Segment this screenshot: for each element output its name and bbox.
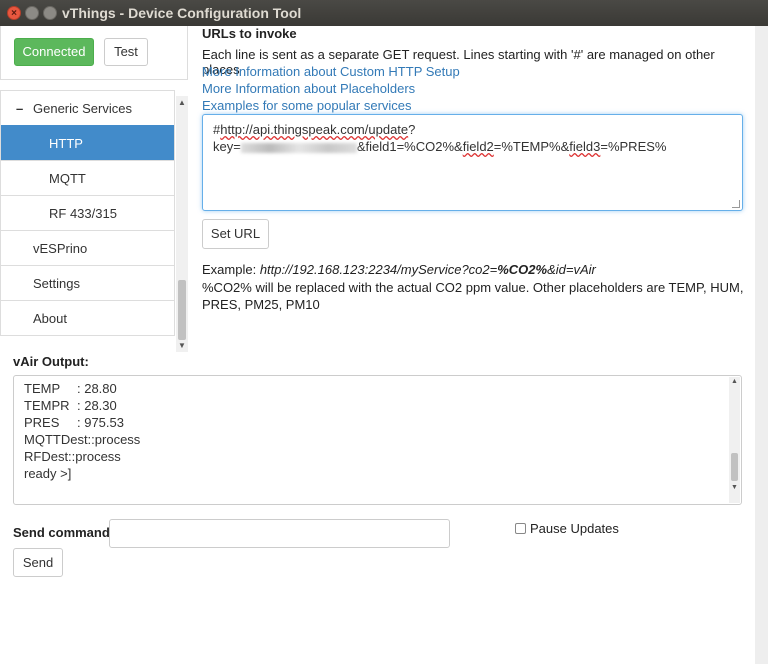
sidebar: – Generic Services HTTP MQTT RF 433/315 … (0, 90, 188, 352)
output-lines: TEMP: 28.80 TEMPR: 28.30 PRES: 975.53 MQ… (24, 380, 140, 482)
url-text: =%TEMP%& (493, 139, 570, 154)
example-prefix: Example: (202, 262, 260, 277)
scroll-down-icon[interactable]: ▼ (176, 341, 188, 350)
url-text: ? (408, 122, 416, 137)
collapse-icon: – (16, 101, 24, 116)
example-url: http://192.168.123:2234/myService?co2= (259, 262, 498, 277)
output-label: vAir Output: (13, 354, 89, 369)
output-line: TEMP: 28.80 (24, 381, 117, 396)
window-title: vThings - Device Configuration Tool (62, 5, 302, 21)
url-text: field2 (462, 139, 494, 154)
link-custom-http-setup[interactable]: More Information about Custom HTTP Setup (202, 64, 460, 79)
example-url: &id=vAir (547, 262, 596, 277)
window-scrollbar[interactable] (755, 26, 768, 664)
url-text: &field1=%CO2%& (356, 139, 463, 154)
scroll-down-icon[interactable]: ▼ (729, 484, 740, 491)
pause-updates-label: Pause Updates (530, 521, 619, 536)
sidebar-item-label: About (33, 311, 67, 326)
sidebar-item-label: MQTT (49, 171, 86, 186)
checkbox-icon[interactable] (515, 523, 526, 534)
scrollbar-thumb[interactable] (731, 453, 738, 481)
url-textarea[interactable]: #http://api.thingspeak.com/update? key= &… (202, 114, 743, 211)
resize-grip-icon[interactable] (732, 200, 740, 208)
redacted-key (240, 142, 357, 153)
test-button[interactable]: Test (104, 38, 148, 66)
sidebar-item-generic-services[interactable]: – Generic Services (1, 90, 174, 125)
output-line: RFDest::process (24, 449, 121, 464)
pause-updates-checkbox[interactable]: Pause Updates (515, 521, 619, 536)
connection-panel: Connected Test (0, 26, 188, 80)
page-title: URLs to invoke (202, 26, 297, 41)
example-text: Example: http://192.168.123:2234/myServi… (202, 262, 596, 277)
scroll-up-icon[interactable]: ▲ (729, 378, 740, 385)
sidebar-scrollbar[interactable]: ▲ ▼ (176, 96, 188, 352)
close-icon[interactable]: × (7, 6, 21, 20)
example-url-placeholder: %CO2% (497, 262, 548, 277)
sidebar-item-label: RF 433/315 (49, 206, 117, 221)
maximize-icon[interactable] (43, 6, 57, 20)
minimize-icon[interactable] (25, 6, 39, 20)
send-command-label: Send command: (13, 525, 115, 540)
sidebar-item-mqtt[interactable]: MQTT (1, 160, 174, 195)
sidebar-item-label: vESPrino (33, 241, 88, 256)
link-popular-services[interactable]: Examples for some popular services (202, 98, 412, 113)
send-button[interactable]: Send (13, 548, 63, 577)
scroll-up-icon[interactable]: ▲ (176, 98, 188, 107)
output-line: TEMPR: 28.30 (24, 398, 117, 413)
url-text: field3 (569, 139, 601, 154)
sidebar-item-http[interactable]: HTTP (1, 125, 174, 160)
output-console[interactable]: TEMP: 28.80 TEMPR: 28.30 PRES: 975.53 MQ… (13, 375, 742, 505)
command-input[interactable] (109, 519, 450, 548)
sidebar-item-vesprino[interactable]: vESPrino (1, 230, 174, 265)
set-url-button[interactable]: Set URL (202, 219, 269, 249)
url-text: =%PRES% (600, 139, 667, 154)
sidebar-item-label: Settings (33, 276, 80, 291)
sidebar-nav: – Generic Services HTTP MQTT RF 433/315 … (0, 90, 175, 336)
sidebar-item-label: Generic Services (33, 101, 132, 116)
sidebar-item-rf[interactable]: RF 433/315 (1, 195, 174, 230)
output-line: ready >] (24, 466, 72, 481)
link-placeholders[interactable]: More Information about Placeholders (202, 81, 415, 96)
output-scrollbar[interactable]: ▲ ▼ (729, 377, 740, 503)
connected-button[interactable]: Connected (14, 38, 94, 66)
url-text: http://api.thingspeak.com/update (220, 122, 409, 137)
output-line: MQTTDest::process (24, 432, 141, 447)
placeholder-note: %CO2% will be replaced with the actual C… (202, 280, 744, 312)
sidebar-item-about[interactable]: About (1, 300, 174, 335)
sidebar-item-label: HTTP (49, 136, 83, 151)
url-text: key= (213, 139, 241, 154)
output-line: PRES: 975.53 (24, 415, 124, 430)
title-bar: × vThings - Device Configuration Tool (0, 0, 768, 26)
scrollbar-thumb[interactable] (178, 280, 186, 340)
sidebar-item-settings[interactable]: Settings (1, 265, 174, 300)
